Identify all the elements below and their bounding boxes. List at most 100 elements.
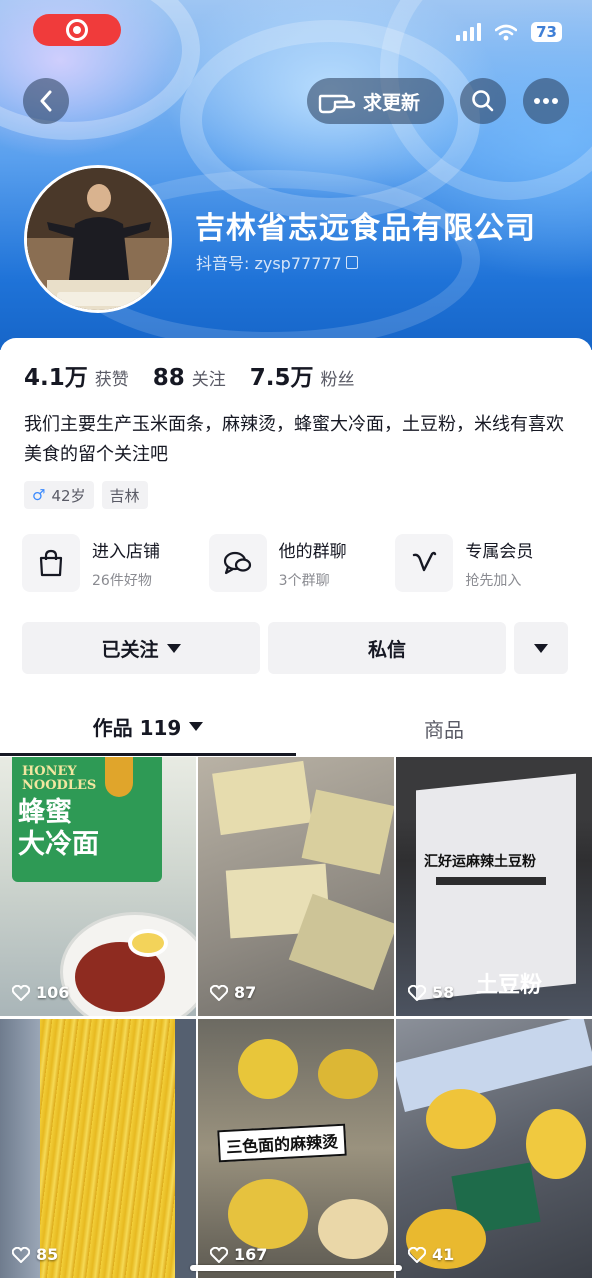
video-likes: 106: [12, 983, 69, 1002]
video-overlay-text: 土豆粉: [476, 973, 543, 998]
shopping-bag-icon: [22, 534, 80, 592]
content-tabs: 作品 119 商品: [0, 700, 592, 756]
search-icon: [472, 90, 494, 112]
video-grid: HONEY NOODLES 蜂蜜 大冷面 106 87 汇好运麻辣土豆粉 土豆粉: [0, 757, 592, 1278]
package-text-line: 蜂蜜: [18, 797, 72, 828]
heart-icon: [210, 1246, 228, 1263]
home-indicator[interactable]: [190, 1265, 402, 1271]
message-label: 私信: [367, 638, 406, 661]
douyin-id[interactable]: 抖音号: zysp77777: [196, 250, 358, 274]
membership-title: 专属会员: [465, 541, 534, 562]
video-thumbnail[interactable]: 三色面的麻辣烫 167: [198, 1019, 394, 1278]
background-wall-image: [0, 1019, 40, 1278]
video-thumbnail[interactable]: 41: [396, 1019, 592, 1278]
heart-icon: [408, 1246, 426, 1263]
video-thumbnail[interactable]: HONEY NOODLES 蜂蜜 大冷面 106: [0, 757, 196, 1016]
profile-bio: 我们主要生产玉米面条，麻辣烫，蜂蜜大冷面，土豆粉，米线有喜欢美食的留个关注吧: [24, 414, 564, 465]
video-likes: 87: [210, 983, 256, 1002]
membership-subtitle: 抢先加入: [465, 572, 522, 589]
wifi-icon: [495, 24, 518, 40]
more-options-button[interactable]: [514, 622, 568, 674]
douyin-id-text: 抖音号: zysp77777: [196, 254, 342, 273]
package-english-text: HONEY NOODLES: [22, 765, 96, 793]
back-button[interactable]: [23, 78, 69, 124]
video-caption: 三色面的麻辣烫: [217, 1123, 347, 1163]
request-update-button[interactable]: 求更新: [307, 78, 444, 124]
chevron-left-icon: [40, 90, 52, 112]
location-text: 吉林: [109, 486, 140, 505]
copy-icon[interactable]: [345, 255, 358, 269]
video-likes: 41: [408, 1245, 454, 1264]
caret-down-icon: [189, 722, 204, 731]
followers-count[interactable]: 7.5万: [250, 358, 314, 392]
followed-label: 已关注: [101, 638, 159, 661]
package-chinese-text: 蜂蜜 大冷面: [18, 797, 99, 861]
video-thumbnail[interactable]: 85: [0, 1019, 196, 1278]
shop-entry[interactable]: 进入店铺 26件好物: [22, 534, 209, 592]
more-dots-icon: [534, 98, 558, 104]
profile-stats: 4.1万 获赞 88 关注 7.5万 粉丝: [24, 358, 379, 392]
video-thumbnail[interactable]: 87: [198, 757, 394, 1016]
shop-subtitle: 26件好物: [92, 572, 152, 589]
tab-products[interactable]: 商品: [296, 700, 592, 756]
caret-down-icon: [166, 643, 181, 653]
group-chat-icon: [208, 534, 267, 592]
likes-count-text: 106: [36, 983, 70, 1002]
heart-icon: [12, 1246, 30, 1263]
background-wall-image: [175, 1019, 196, 1278]
screen-recording-indicator[interactable]: [33, 14, 121, 46]
noodle-bundle-image: [238, 1039, 298, 1099]
tab-products-label: 商品: [424, 717, 464, 742]
tab-works-label: 作品 119: [92, 716, 182, 740]
video-caption: 汇好运麻辣土豆粉: [424, 854, 536, 870]
more-button[interactable]: [523, 78, 569, 124]
package-stripe-image: [436, 877, 546, 885]
following-label: 关注: [191, 370, 226, 390]
noodle-bundle-image: [318, 1049, 378, 1099]
message-button[interactable]: 私信: [268, 622, 506, 674]
record-icon: [66, 19, 88, 41]
male-icon: ♂: [32, 486, 46, 504]
avatar-portrait-image: [27, 168, 169, 310]
group-chat-subtitle: 3个群聊: [278, 572, 330, 589]
likes-count-text: 58: [432, 983, 455, 1002]
shop-title: 进入店铺: [92, 541, 160, 562]
location-tag: 吉林: [101, 481, 148, 509]
caret-down-icon: [534, 643, 548, 653]
member-v-icon: [395, 534, 454, 592]
pointing-hand-icon: [318, 94, 356, 114]
followers-label: 粉丝: [320, 370, 355, 390]
noodle-bundle-image: [228, 1179, 308, 1249]
likes-label: 获赞: [94, 370, 129, 390]
signal-icon: [456, 23, 482, 41]
likes-count[interactable]: 4.1万: [24, 358, 88, 392]
package-text-line: HONEY: [22, 764, 77, 779]
group-chat-entry[interactable]: 他的群聊 3个群聊: [208, 534, 396, 592]
heart-icon: [12, 984, 30, 1001]
following-count[interactable]: 88: [153, 365, 185, 391]
video-likes: 58: [408, 983, 454, 1002]
video-likes: 167: [210, 1245, 267, 1264]
noodle-bundle-image: [318, 1199, 388, 1259]
package-text-line: 大冷面: [18, 829, 99, 860]
likes-count-text: 87: [234, 983, 257, 1002]
packaging-film-image: [396, 1019, 592, 1112]
avatar[interactable]: [24, 165, 172, 313]
account-name: 吉林省志远食品有限公司: [195, 211, 536, 246]
age-tag: ♂ 42岁: [24, 481, 94, 509]
heart-icon: [210, 984, 228, 1001]
honey-dipper-image: [105, 757, 133, 797]
noodle-bundle-image: [526, 1109, 586, 1179]
search-button[interactable]: [460, 78, 506, 124]
egg-image: [128, 929, 168, 957]
tab-works[interactable]: 作品 119: [0, 700, 296, 756]
request-update-label: 求更新: [363, 91, 421, 114]
heart-icon: [408, 984, 426, 1001]
age-text: 42岁: [51, 486, 86, 505]
noodle-bundle-image: [426, 1089, 496, 1149]
group-chat-title: 他的群聊: [278, 541, 347, 562]
followed-button[interactable]: 已关注: [22, 622, 260, 674]
membership-entry[interactable]: 专属会员 抢先加入: [395, 534, 582, 592]
profile-actions: 已关注 私信: [22, 622, 568, 674]
video-thumbnail[interactable]: 汇好运麻辣土豆粉 土豆粉 58: [396, 757, 592, 1016]
